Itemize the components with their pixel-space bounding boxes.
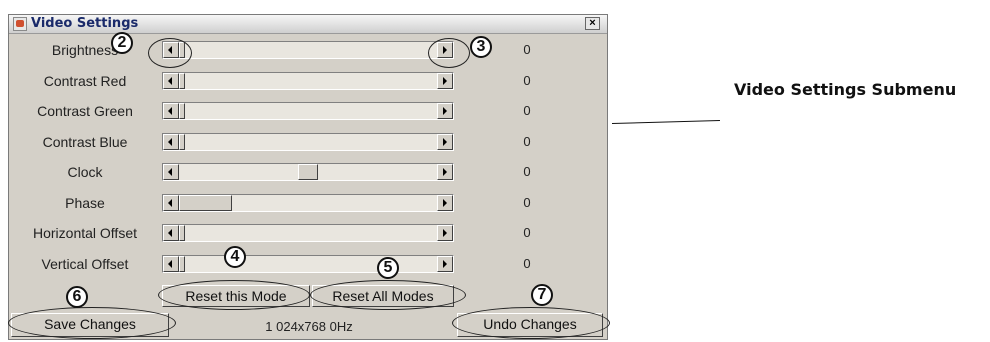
- setting-row: Vertical Offset 0: [9, 253, 607, 275]
- slider-thumb[interactable]: [179, 133, 185, 150]
- increase-arrow-icon[interactable]: [437, 194, 453, 211]
- setting-value: 0: [523, 255, 531, 271]
- setting-slider[interactable]: [162, 132, 454, 151]
- increase-arrow-icon[interactable]: [437, 103, 453, 119]
- setting-slider[interactable]: [162, 163, 454, 181]
- decrease-arrow-icon[interactable]: [163, 194, 179, 211]
- decrease-arrow-icon[interactable]: [163, 164, 179, 180]
- decrease-arrow-icon[interactable]: [163, 133, 179, 150]
- setting-value: 0: [523, 225, 531, 240]
- slider-thumb[interactable]: [179, 103, 185, 119]
- submenu-caption: Video Settings Submenu: [734, 80, 957, 99]
- callout-3: 3: [470, 36, 492, 58]
- setting-label: Contrast Green: [37, 103, 133, 119]
- callout-4: 4: [224, 246, 246, 268]
- decrease-arrow-icon[interactable]: [163, 225, 179, 241]
- setting-row: Contrast Green 0: [9, 100, 607, 122]
- decrease-arrow-icon[interactable]: [163, 72, 179, 89]
- increase-arrow-icon[interactable]: [437, 225, 453, 241]
- callout-5: 5: [377, 257, 399, 279]
- decrease-arrow-icon[interactable]: [163, 42, 179, 58]
- slider-thumb[interactable]: [179, 194, 232, 211]
- increase-arrow-icon[interactable]: [437, 133, 453, 150]
- setting-value: 0: [523, 103, 531, 118]
- setting-slider[interactable]: [162, 224, 454, 242]
- setting-slider[interactable]: [162, 254, 454, 273]
- slider-thumb[interactable]: [179, 225, 185, 241]
- increase-arrow-icon[interactable]: [437, 72, 453, 89]
- setting-value: 0: [523, 194, 531, 210]
- reset-this-mode-button[interactable]: Reset this Mode: [162, 285, 310, 307]
- increase-arrow-icon[interactable]: [437, 164, 453, 180]
- setting-row: Clock 0: [9, 161, 607, 183]
- slider-thumb[interactable]: [179, 42, 185, 58]
- setting-value: 0: [523, 42, 531, 57]
- setting-label: Contrast Blue: [42, 133, 128, 150]
- undo-changes-button[interactable]: Undo Changes: [457, 313, 603, 337]
- setting-label: Clock: [67, 164, 103, 180]
- setting-label: Vertical Offset: [41, 255, 129, 272]
- setting-row: Contrast Red 0: [9, 70, 607, 92]
- setting-row: Phase 0: [9, 192, 607, 214]
- reset-all-modes-button[interactable]: Reset All Modes: [312, 285, 454, 307]
- increase-arrow-icon[interactable]: [437, 255, 453, 272]
- setting-row: Brightness 0: [9, 39, 607, 61]
- slider-thumb[interactable]: [179, 255, 185, 272]
- increase-arrow-icon[interactable]: [437, 42, 453, 58]
- setting-row: Contrast Blue 0: [9, 131, 607, 153]
- setting-label: Brightness: [51, 42, 119, 58]
- decrease-arrow-icon[interactable]: [163, 255, 179, 272]
- callout-2: 2: [111, 32, 133, 54]
- setting-slider[interactable]: [162, 102, 454, 120]
- setting-value: 0: [523, 133, 531, 149]
- slider-thumb[interactable]: [298, 164, 318, 180]
- setting-row: Horizontal Offset 0: [9, 222, 607, 244]
- callout-6: 6: [66, 286, 88, 308]
- setting-slider[interactable]: [162, 193, 454, 212]
- java-app-icon: [13, 17, 27, 31]
- callout-7: 7: [531, 284, 553, 306]
- setting-slider[interactable]: [162, 71, 454, 90]
- caption-leader-line: [611, 119, 720, 124]
- setting-label: Phase: [65, 194, 105, 211]
- title-bar[interactable]: Video Settings ×: [9, 15, 607, 34]
- dialog-title: Video Settings: [31, 16, 139, 31]
- close-button[interactable]: ×: [585, 17, 600, 30]
- setting-label: Contrast Red: [43, 72, 127, 89]
- decrease-arrow-icon[interactable]: [163, 103, 179, 119]
- setting-value: 0: [523, 72, 531, 88]
- setting-value: 0: [523, 164, 531, 179]
- setting-slider[interactable]: [162, 41, 454, 59]
- save-changes-button[interactable]: Save Changes: [11, 313, 169, 337]
- resolution-status: 1 024x768 0Hz: [265, 319, 353, 334]
- slider-thumb[interactable]: [179, 72, 185, 89]
- setting-label: Horizontal Offset: [32, 225, 137, 241]
- video-settings-dialog: Video Settings × Brightness 0 Contrast Red…: [8, 14, 608, 340]
